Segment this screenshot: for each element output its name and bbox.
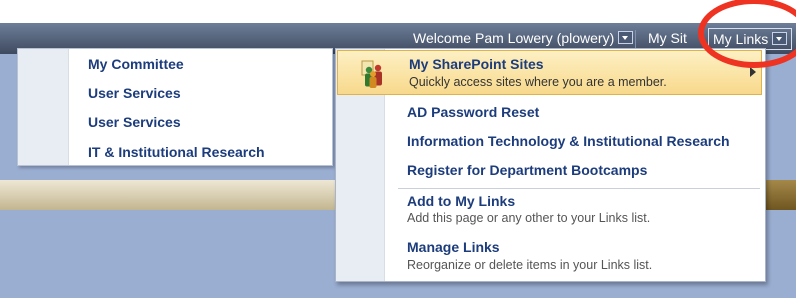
welcome-text: Welcome Pam Lowery (plowery) [413, 30, 615, 46]
add-to-my-links-title: Add to My Links [407, 193, 516, 209]
left-menu-item[interactable]: User Services [88, 85, 181, 101]
link-ad-password-reset[interactable]: AD Password Reset [407, 104, 539, 120]
site-navigation-dropdown: My Committee User Services User Services… [17, 48, 333, 166]
left-menu-item[interactable]: My Committee [88, 56, 184, 72]
topbar-divider [635, 30, 636, 48]
menu-gutter [18, 49, 69, 165]
left-menu-item[interactable]: User Services [88, 114, 181, 130]
my-links-dropdown: My SharePoint Sites Quickly access sites… [335, 48, 766, 282]
add-to-my-links-description: Add this page or any other to your Links… [407, 211, 651, 225]
menu-separator [398, 188, 760, 189]
banner-strip-edge [766, 180, 796, 210]
my-sharepoint-sites-title: My SharePoint Sites [409, 56, 544, 72]
link-it-institutional-research[interactable]: Information Technology & Institutional R… [407, 133, 730, 149]
my-sharepoint-sites-item[interactable]: My SharePoint Sites Quickly access sites… [337, 50, 762, 95]
submenu-arrow-icon [750, 67, 756, 77]
manage-links-title: Manage Links [407, 239, 500, 255]
people-icon [361, 60, 382, 88]
my-sharepoint-sites-description: Quickly access sites where you are a mem… [409, 75, 667, 89]
manage-links-description: Reorganize or delete items in your Links… [407, 258, 653, 272]
link-department-bootcamps[interactable]: Register for Department Bootcamps [407, 162, 647, 178]
chevron-down-icon[interactable] [618, 31, 634, 44]
left-menu-item[interactable]: IT & Institutional Research [88, 144, 265, 160]
